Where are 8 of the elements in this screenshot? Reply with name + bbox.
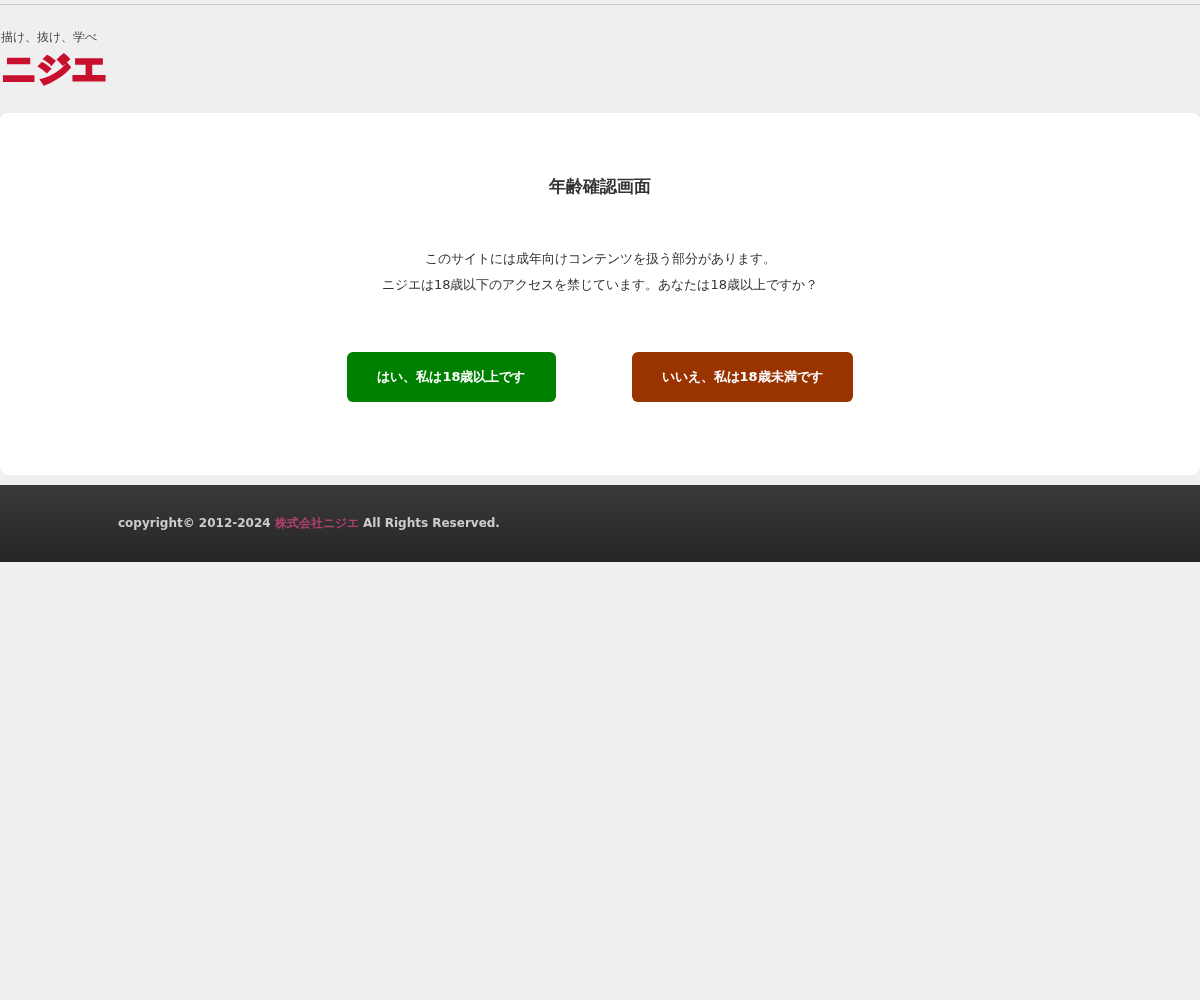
age-answer-button[interactable]: いいえ、私は18歳未満です (631, 352, 853, 402)
page-title: 年齢確認画面 (549, 175, 651, 198)
message-text: このサイトには成年向けコンテンツを扱う部分があります。 (424, 250, 776, 268)
copyright-text: copyright© 2012-2024 株式会社ニジエ All Rights Reserved. (118, 515, 500, 532)
site-logo[interactable]: ニジエ (2, 49, 107, 87)
age-answer-button[interactable]: はい、私は18歳以上です (347, 352, 556, 402)
message-text: ニジエは18歳以下のアクセスを禁じています。あなたは18歳以上ですか？ (381, 276, 819, 294)
site-tagline: 描け、抜け、学べ (1, 29, 98, 45)
